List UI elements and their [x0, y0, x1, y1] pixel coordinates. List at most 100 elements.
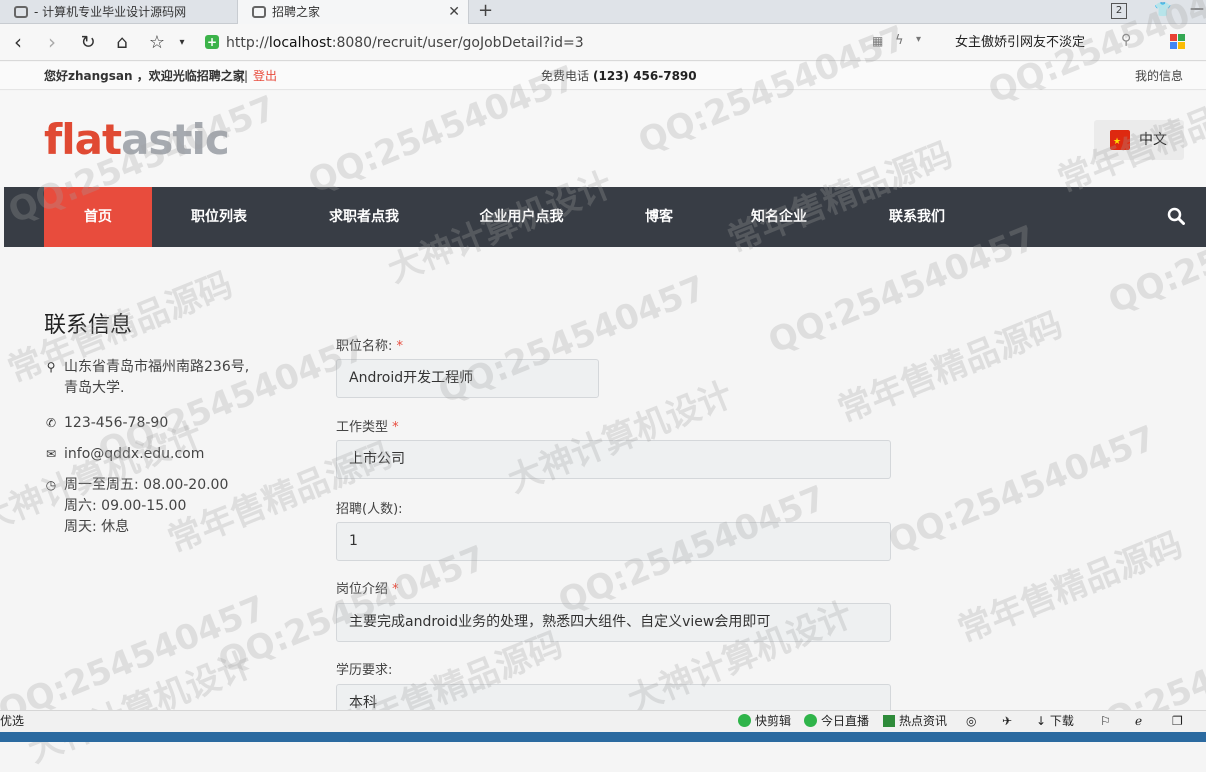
close-tab-icon[interactable]: ✕ [448, 0, 460, 24]
hours-weekday: 周一至周五: 08.00-20.00 [64, 477, 229, 493]
recruit-count-field[interactable]: 1 [336, 522, 891, 561]
contact-email-text[interactable]: info@qddx.edu.com [64, 444, 204, 465]
url-path: :8080/recruit/user/goJobDetail?id=3 [331, 35, 584, 51]
language-label: 中文 [1139, 132, 1167, 148]
news-icon [883, 715, 895, 727]
download-icon: ↓ [1036, 714, 1050, 728]
minimize-icon[interactable]: — [1190, 1, 1204, 17]
url-prefix: http:// [226, 35, 269, 51]
education-label: 学历要求: [336, 663, 393, 678]
nav-job-seeker[interactable]: 求职者点我 [314, 187, 414, 247]
pin-icon[interactable]: ✈ [1002, 711, 1012, 732]
live-label: 今日直播 [821, 714, 870, 728]
back-icon[interactable]: ‹ [6, 24, 30, 61]
download-item[interactable]: ↓ 下载 [1036, 711, 1074, 732]
required-mark: * [396, 339, 404, 354]
address-line-2: 青岛大学. [64, 380, 125, 396]
job-name-label-text: 职位名称: [336, 339, 393, 354]
contact-title: 联系信息 [44, 313, 133, 338]
reload-icon[interactable]: ↻ [76, 24, 100, 61]
download-label: 下载 [1049, 714, 1074, 728]
chevron-down-icon[interactable]: ▾ [916, 34, 921, 45]
job-name-label: 职位名称: * [336, 335, 403, 354]
nav-home[interactable]: 首页 [44, 187, 152, 247]
map-marker-icon: ⚲ [46, 360, 56, 374]
nav-contact-us[interactable]: 联系我们 [872, 187, 962, 247]
site-top-strip: 您好zhangsan ，欢迎光临招聘之家 || 登出 免费电话 (123) 45… [0, 62, 1206, 90]
url-host: localhost [268, 35, 332, 51]
job-intro-label: 岗位介绍 * [336, 578, 399, 597]
address-line-1: 山东省青岛市福州南路236号, [64, 359, 250, 375]
logo-part-1: flat [44, 115, 122, 164]
lightning-icon[interactable]: ϟ [895, 33, 904, 48]
main-nav: 首页 职位列表 求职者点我 企业用户点我 博客 知名企业 联系我们 [4, 187, 1206, 247]
phone-label: 免费电话 [541, 69, 590, 83]
compass-icon[interactable]: ◎ [966, 711, 976, 732]
china-flag-icon [1110, 122, 1130, 162]
quick-clip-item[interactable]: 快剪辑 [738, 711, 791, 732]
envelope-icon: ✉ [45, 447, 57, 461]
site-logo[interactable]: flatastic [44, 115, 230, 165]
qr-code-icon[interactable]: ▦ [872, 34, 883, 48]
phone-number: (123) 456-7890 [593, 69, 697, 83]
contact-phone-text: 123-456-78-90 [64, 415, 169, 431]
game-icon[interactable]: ⚐ [1100, 711, 1111, 732]
site-favicon-icon [14, 6, 28, 18]
live-item[interactable]: 今日直播 [804, 711, 869, 732]
browser-tab-bar: - 计算机专业毕业设计源码网 招聘之家 ✕ + 2 👕 — [0, 0, 1206, 24]
os-taskbar [0, 732, 1206, 742]
nav-company-user[interactable]: 企业用户点我 [464, 187, 579, 247]
job-intro-label-text: 岗位介绍 [336, 582, 389, 597]
browser-tab-2[interactable]: 招聘之家 ✕ [237, 0, 469, 24]
job-type-label-text: 工作类型 [336, 420, 389, 435]
required-mark: * [392, 582, 399, 597]
phone-icon: ✆ [45, 416, 57, 430]
status-left-text: 优选 [0, 714, 25, 728]
browser-address-bar: ‹ › ↻ ⌂ ☆ ▾ + http://localhost:8080/recr… [0, 24, 1206, 61]
site-favicon-icon [252, 6, 266, 18]
url-input[interactable]: http://localhost:8080/recruit/user/goJob… [205, 32, 865, 54]
browser-status-bar: 优选 快剪辑 今日直播 热点资讯 ◎ ✈ ↓ 下载 ⚐ ℯ ❐ [0, 710, 1206, 732]
forward-icon[interactable]: › [40, 24, 64, 61]
nav-famous-companies[interactable]: 知名企业 [734, 187, 824, 247]
bookmark-star-icon[interactable]: ☆ [145, 24, 169, 61]
home-icon[interactable]: ⌂ [110, 24, 134, 61]
job-type-field[interactable]: 上市公司 [336, 440, 891, 479]
recruit-count-label: 招聘(人数): [336, 502, 403, 517]
separator-text: || [240, 69, 249, 83]
hours-saturday: 周六: 09.00-15.00 [64, 498, 187, 514]
nav-blog[interactable]: 博客 [629, 187, 689, 247]
job-name-field[interactable]: Android开发工程师 [336, 359, 599, 398]
new-tab-button[interactable]: + [478, 0, 493, 22]
tab-label: - 计算机专业毕业设计源码网 [34, 5, 187, 19]
nav-job-list[interactable]: 职位列表 [174, 187, 264, 247]
browser-search-input[interactable]: 女主傲娇引网友不淡定 [945, 30, 1145, 55]
play-icon [804, 714, 817, 727]
my-info-link[interactable]: 我的信息 [1135, 62, 1183, 90]
welcome-text: 您好zhangsan ，欢迎光临招聘之家 [44, 69, 245, 83]
tab-count-badge[interactable]: 2 [1111, 3, 1127, 19]
play-icon [738, 714, 751, 727]
search-icon[interactable]: ⚲ [1121, 32, 1131, 48]
quick-clip-label: 快剪辑 [755, 714, 792, 728]
clock-icon: ◷ [45, 478, 57, 492]
chevron-down-icon[interactable]: ▾ [170, 24, 194, 61]
ie-icon[interactable]: ℯ [1135, 711, 1142, 732]
hours-sunday: 周天: 休息 [64, 519, 130, 535]
logo-part-2: astic [121, 115, 230, 164]
news-item[interactable]: 热点资讯 [883, 711, 947, 732]
required-mark: * [392, 420, 399, 435]
browser-tab-1[interactable]: - 计算机专业毕业设计源码网 [0, 0, 235, 24]
search-icon[interactable] [1167, 207, 1185, 225]
tab-label: 招聘之家 [272, 5, 321, 19]
logout-link[interactable]: 登出 [253, 62, 277, 90]
news-label: 热点资讯 [899, 714, 948, 728]
window-icon[interactable]: ❐ [1172, 711, 1183, 732]
site-header: flatastic 中文 [0, 91, 1206, 187]
main-content: 联系信息 ⚲ 山东省青岛市福州南路236号, 青岛大学. ✆ 123-456-7… [0, 247, 1206, 723]
job-type-label: 工作类型 * [336, 416, 399, 435]
language-selector[interactable]: 中文 [1094, 120, 1184, 162]
shirt-skin-icon[interactable]: 👕 [1154, 2, 1171, 18]
apps-grid-icon[interactable] [1170, 34, 1185, 49]
job-intro-field[interactable]: 主要完成android业务的处理，熟悉四大组件、自定义view会用即可 [336, 603, 891, 642]
